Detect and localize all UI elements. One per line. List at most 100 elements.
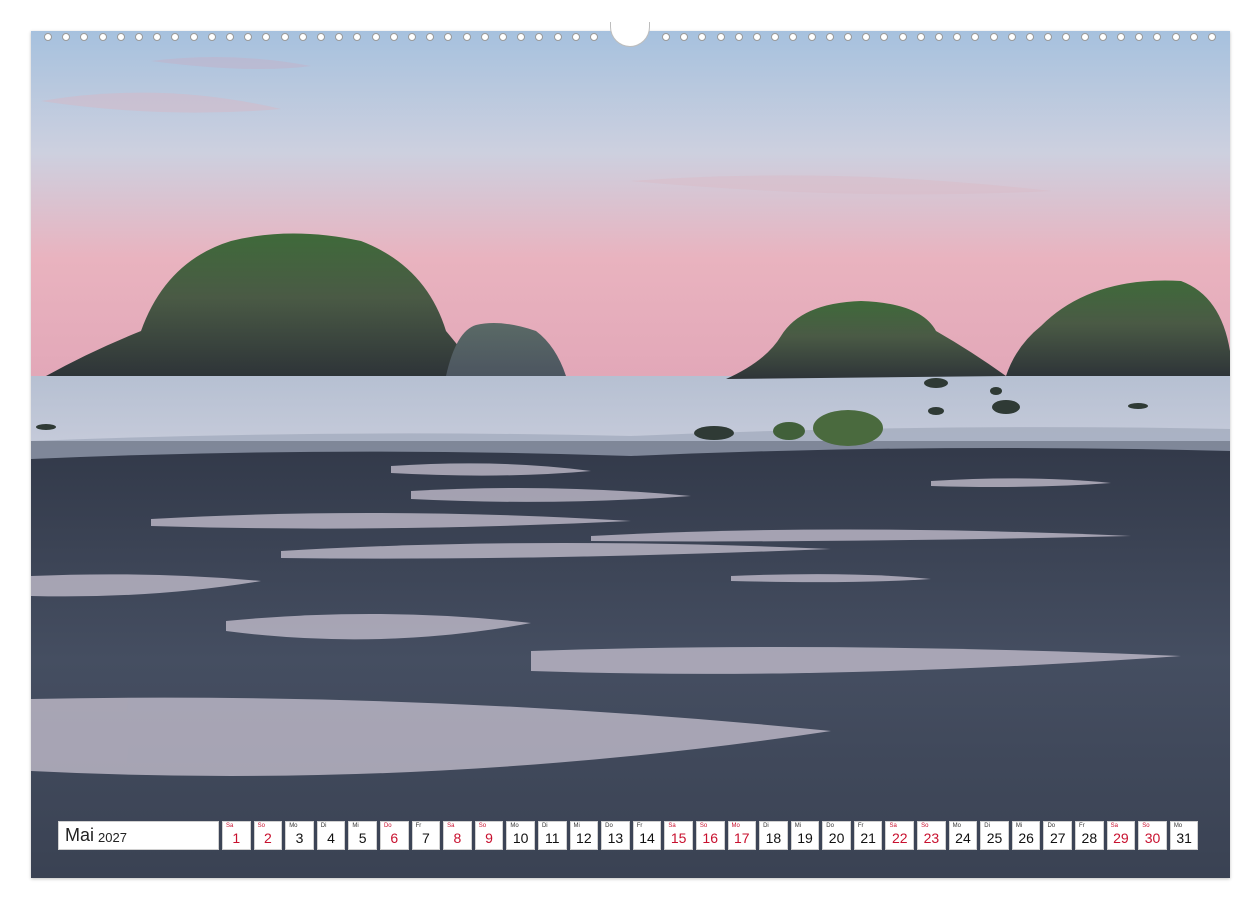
weekday-label: So [699, 823, 708, 829]
day-cell: Mi 26 [1011, 821, 1041, 850]
day-cell: Sa 8 [443, 821, 472, 850]
day-number: 28 [1081, 830, 1098, 846]
day-cell: Mi 5 [348, 821, 377, 850]
binding-ring [1189, 33, 1198, 41]
day-cell: So 30 [1138, 821, 1167, 850]
month-name: Mai [65, 825, 95, 845]
binding-ring [98, 33, 107, 41]
binding-ring [734, 33, 743, 41]
day-number: 16 [702, 830, 718, 846]
day-number: 31 [1176, 830, 1192, 846]
binding-ring [135, 33, 143, 41]
binding-ring [207, 33, 216, 41]
binding-ring [517, 33, 526, 41]
weekday-label: Mo [952, 823, 961, 829]
day-cell: Do 6 [379, 821, 409, 850]
day-number: 5 [358, 830, 367, 846]
binding-ring [1026, 33, 1034, 41]
weekday-label: Do [826, 823, 834, 829]
weekday-label: Mo [289, 823, 298, 829]
day-cell: Mo 17 [727, 821, 757, 850]
weekday-label: Do [1047, 823, 1056, 829]
day-cell: Do 13 [601, 821, 630, 850]
binding-ring [189, 33, 198, 41]
weekday-label: Sa [889, 823, 897, 829]
binding-ring [680, 33, 689, 41]
day-number: 14 [639, 830, 655, 846]
binding-ring [1080, 33, 1089, 41]
binding-ring [807, 33, 816, 41]
day-number: 24 [955, 830, 971, 846]
weekday-label: Sa [668, 823, 676, 829]
month-year: 2027 [98, 829, 127, 845]
day-number: 20 [828, 830, 845, 846]
weekday-label: Sa [1110, 823, 1118, 829]
binding-ring [444, 33, 453, 41]
binding-ring [1044, 33, 1053, 41]
calendar-strip: Mai 2027 Sa 1 So 2 Mo 3 Di 4 Mi 5 Do 6 Fr 7 Sa 8 So 9 Mo 10… [58, 821, 1199, 850]
day-cell: Fr 14 [632, 821, 662, 850]
day-cell: So 9 [474, 821, 504, 850]
binding-ring [590, 33, 598, 41]
day-number: 26 [1018, 830, 1034, 846]
binding-ring [825, 33, 834, 41]
day-number: 27 [1049, 830, 1066, 846]
day-cell: Mi 19 [790, 821, 820, 850]
binding-ring [335, 33, 344, 41]
binding-ring [880, 33, 889, 41]
binding-ring [408, 33, 416, 41]
weekday-label: Fr [857, 823, 864, 829]
binding-ring [317, 33, 325, 41]
day-number: 30 [1144, 830, 1161, 846]
day-cell: Do 27 [1043, 821, 1073, 850]
binding-ring [862, 33, 871, 41]
day-cell: Mi 12 [569, 821, 599, 850]
day-number: 11 [544, 830, 560, 846]
day-number: 8 [453, 830, 462, 846]
weekday-label: So [1142, 823, 1150, 829]
weekday-label: Do [383, 823, 392, 829]
binding-ring [262, 33, 271, 41]
day-cell: Di 4 [316, 821, 346, 850]
binding-ring [898, 33, 907, 41]
day-cell: Sa 15 [664, 821, 693, 850]
weekday-label: Mi [352, 823, 359, 829]
binding-ring [80, 33, 89, 41]
binding-ring [426, 33, 435, 41]
binding-ring [153, 33, 162, 41]
binding-ring [298, 33, 307, 41]
weekday-label: Mi [573, 823, 580, 829]
weekday-label: Di [541, 823, 548, 829]
binding-ring [844, 33, 852, 41]
day-number: 19 [797, 830, 813, 846]
binding-ring [280, 33, 289, 41]
binding-ring [662, 33, 670, 41]
binding-ring [244, 33, 253, 41]
weekday-label: So [478, 823, 487, 829]
weekday-label: Fr [1079, 823, 1085, 829]
day-number: 9 [485, 830, 493, 846]
binding-ring [789, 33, 798, 41]
binding-ring [916, 33, 925, 41]
weekday-label: Sa [226, 823, 234, 829]
weekday-label: Di [763, 823, 769, 829]
day-cell: So 23 [917, 821, 946, 850]
binding-ring [62, 33, 71, 41]
weekday-label: Do [605, 823, 613, 829]
day-number: 12 [576, 830, 592, 846]
binding-ring [971, 33, 980, 41]
day-number: 4 [327, 830, 335, 846]
weekday-label: Fr [415, 823, 422, 829]
binding-ring [535, 33, 544, 41]
binding-ring [1171, 33, 1180, 41]
weekday-label: So [921, 823, 929, 829]
day-cell: Sa 1 [222, 821, 251, 850]
binding-ring [1098, 33, 1107, 41]
binding-ring [226, 33, 234, 41]
binding-ring [1117, 33, 1125, 41]
binding-ring [989, 33, 998, 41]
day-number: 6 [390, 830, 399, 846]
binding-ring [116, 33, 125, 41]
binding-ring [771, 33, 780, 41]
binding-ring [1153, 33, 1162, 41]
